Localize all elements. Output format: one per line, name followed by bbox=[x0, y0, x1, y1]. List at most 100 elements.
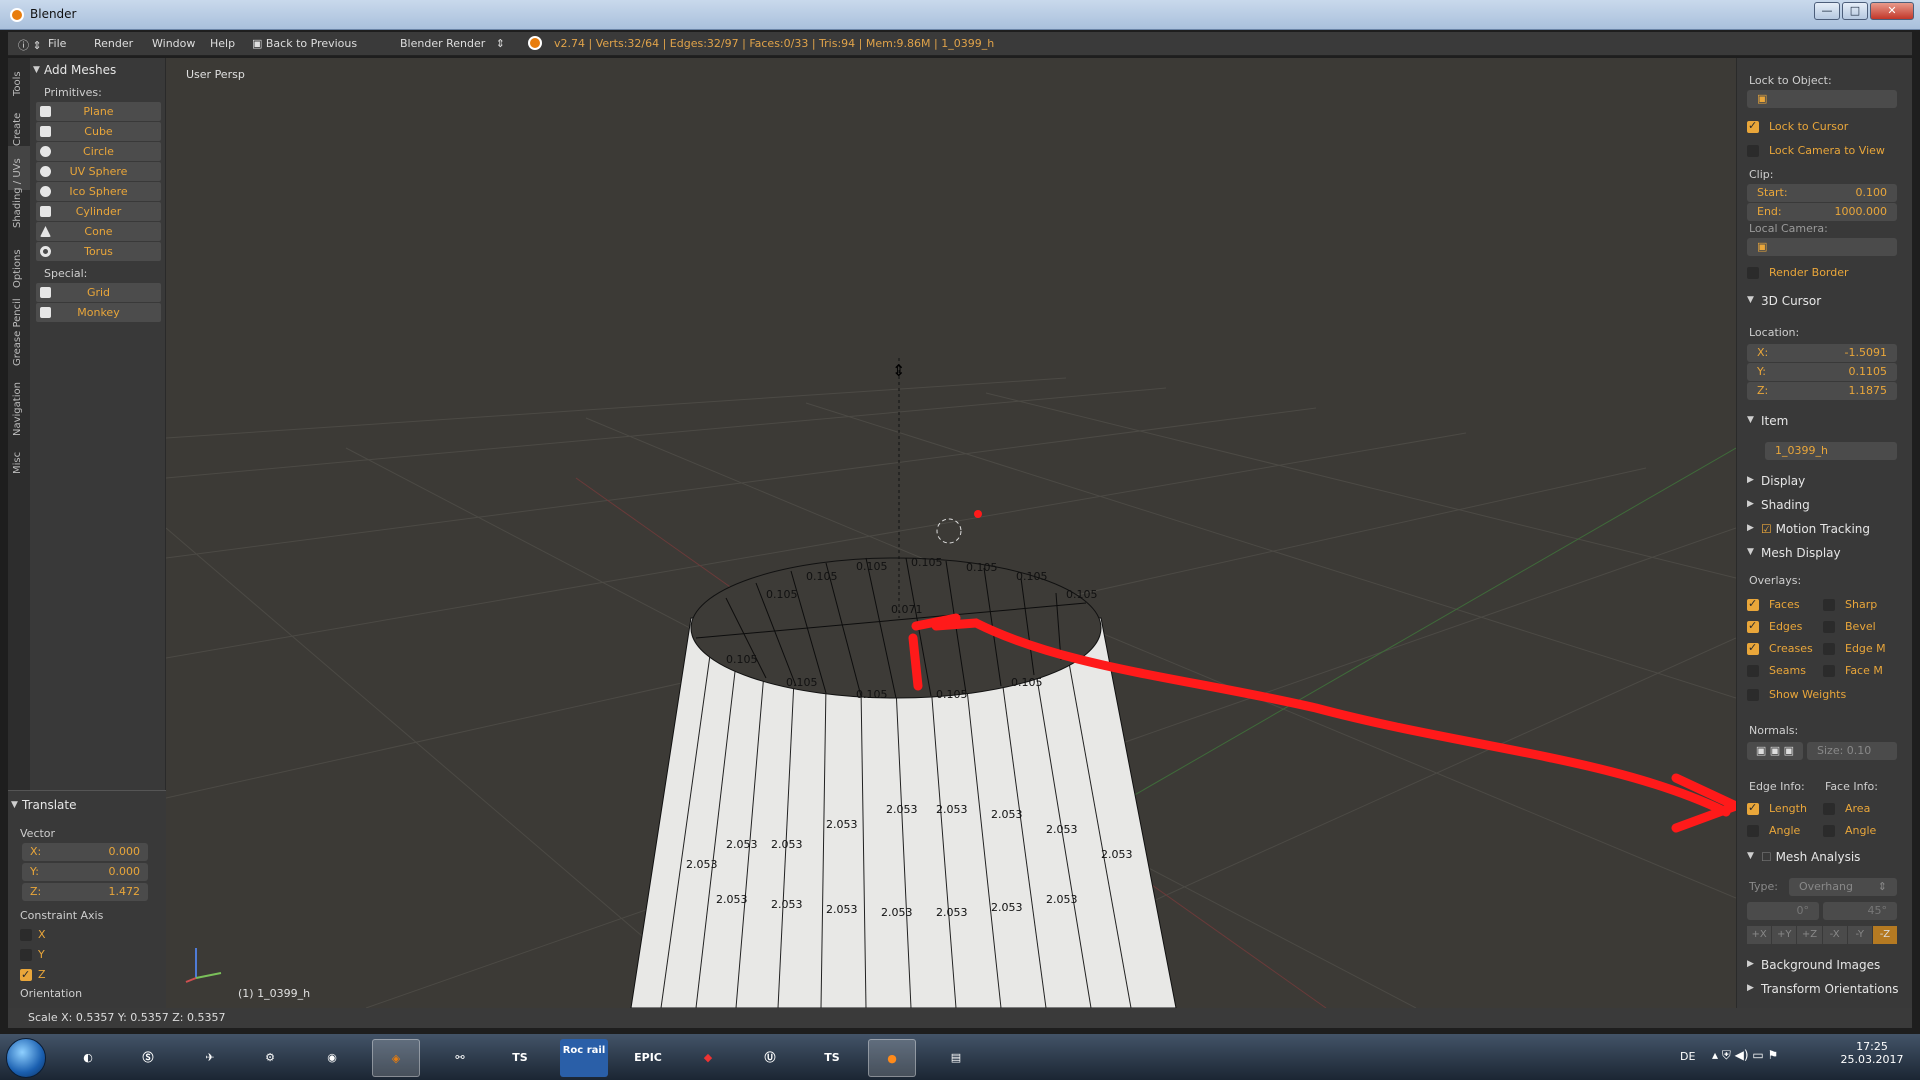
max-angle-field[interactable]: 45° bbox=[1823, 902, 1897, 920]
menu-file[interactable]: File bbox=[48, 37, 66, 50]
constraint-z-label: Z bbox=[38, 968, 46, 981]
lock-object-field[interactable]: ▣ bbox=[1747, 90, 1897, 108]
add-uv-sphere-button[interactable]: UV Sphere bbox=[36, 162, 161, 181]
overlay-edges-checkbox[interactable]: Edges bbox=[1747, 617, 1802, 636]
add-plane-button[interactable]: Plane bbox=[36, 102, 161, 121]
taskbar-app-icon[interactable]: ✈ bbox=[186, 1039, 234, 1077]
normals-display-buttons[interactable]: ▣ ▣ ▣ bbox=[1747, 742, 1803, 760]
show-weights-checkbox[interactable]: Show Weights bbox=[1747, 686, 1846, 704]
motion-tracking-check-icon[interactable]: ☑ bbox=[1761, 522, 1776, 536]
cursor-y-field[interactable]: Y: 0.1105 bbox=[1747, 363, 1897, 381]
axis-minus-y-toggle[interactable]: -Y bbox=[1847, 926, 1872, 944]
taskbar-app2-icon[interactable]: ◆ bbox=[684, 1039, 732, 1077]
mesh-analysis-panel-header[interactable]: ▼ ☐ Mesh Analysis bbox=[1747, 850, 1860, 864]
overlay-facem-checkbox[interactable]: Face M bbox=[1823, 662, 1883, 680]
mesh-display-panel-header[interactable]: ▼ Mesh Display bbox=[1747, 546, 1841, 560]
constraint-y-checkbox[interactable]: Y bbox=[8, 945, 166, 965]
edge-length-checkbox[interactable]: Length bbox=[1747, 799, 1807, 818]
vector-x-field[interactable]: X: 0.000 bbox=[22, 843, 148, 861]
axis-minus-x-toggle[interactable]: -X bbox=[1822, 926, 1847, 944]
clip-start-field[interactable]: Start: 0.100 bbox=[1747, 184, 1897, 202]
viewport-canvas[interactable]: 0.105 0.105 0.105 0.105 0.105 0.105 0.10… bbox=[166, 58, 1736, 1008]
clock[interactable]: 17:25 25.03.2017 bbox=[1840, 1040, 1904, 1066]
taskbar-epic-icon[interactable]: EPIC bbox=[624, 1039, 672, 1077]
overlay-seams-checkbox[interactable]: Seams bbox=[1747, 662, 1806, 680]
collapse-arrow-icon: ▼ bbox=[1747, 295, 1754, 305]
overlay-edgem-checkbox[interactable]: Edge M bbox=[1823, 640, 1886, 658]
taskbar-unreal-icon[interactable]: Ⓤ bbox=[746, 1039, 794, 1077]
add-cube-button[interactable]: Cube bbox=[36, 122, 161, 141]
lock-to-cursor-checkbox[interactable]: Lock to Cursor bbox=[1747, 117, 1848, 136]
overlay-creases-checkbox[interactable]: Creases bbox=[1747, 639, 1813, 658]
minimize-button[interactable]: — bbox=[1814, 2, 1840, 20]
add-ico-sphere-button[interactable]: Ico Sphere bbox=[36, 182, 161, 201]
face-angle-checkbox[interactable]: Angle bbox=[1823, 822, 1876, 840]
taskbar-rocrail-icon[interactable]: Roc rail bbox=[560, 1039, 608, 1077]
add-torus-button[interactable]: Torus bbox=[36, 242, 161, 261]
cursor-x-field[interactable]: X: -1.5091 bbox=[1747, 344, 1897, 362]
transform-orientations-panel-header[interactable]: ▶ Transform Orientations bbox=[1747, 982, 1899, 996]
start-button[interactable] bbox=[6, 1038, 46, 1078]
taskbar-chrome-icon[interactable]: ◐ bbox=[64, 1039, 112, 1077]
constraint-z-checkbox[interactable]: Z bbox=[8, 965, 166, 985]
taskbar-firefox-icon[interactable]: ● bbox=[868, 1039, 916, 1077]
render-engine-select[interactable]: Blender Render ⇕ bbox=[400, 37, 505, 50]
edge-angle-checkbox[interactable]: Angle bbox=[1747, 822, 1800, 840]
taskbar-settings-icon[interactable]: ⚙ bbox=[246, 1039, 294, 1077]
add-grid-button[interactable]: Grid bbox=[36, 283, 161, 302]
close-button[interactable]: ✕ bbox=[1870, 2, 1914, 20]
item-panel-header[interactable]: ▼ Item bbox=[1747, 414, 1788, 428]
min-angle-field[interactable]: 0° bbox=[1747, 902, 1819, 920]
axis-plus-x-toggle[interactable]: +X bbox=[1747, 926, 1772, 944]
normal-size-field[interactable]: Size: 0.10 bbox=[1807, 742, 1897, 760]
menu-window[interactable]: Window bbox=[152, 37, 195, 50]
add-cylinder-button[interactable]: Cylinder bbox=[36, 202, 161, 221]
taskbar-skype-icon[interactable]: Ⓢ bbox=[124, 1039, 172, 1077]
shading-panel-header[interactable]: ▶ Shading bbox=[1747, 498, 1810, 512]
axis-plus-y-toggle[interactable]: +Y bbox=[1772, 926, 1797, 944]
taskbar-blender-icon[interactable]: ◈ bbox=[372, 1039, 420, 1077]
axis-plus-z-toggle[interactable]: +Z bbox=[1797, 926, 1822, 944]
add-cone-button[interactable]: Cone bbox=[36, 222, 161, 241]
3d-viewport[interactable]: 0.105 0.105 0.105 0.105 0.105 0.105 0.10… bbox=[166, 58, 1736, 1008]
overlay-sharp-checkbox[interactable]: Sharp bbox=[1823, 596, 1877, 614]
display-panel-header[interactable]: ▶ Display bbox=[1747, 474, 1805, 488]
menu-render[interactable]: Render bbox=[94, 37, 133, 50]
translate-panel-header[interactable]: Translate bbox=[8, 795, 166, 815]
analysis-type-select[interactable]: Overhang ⇕ bbox=[1789, 878, 1897, 896]
mesh-analysis-check-icon[interactable]: ☐ bbox=[1761, 850, 1776, 864]
constraint-x-checkbox[interactable]: X bbox=[8, 925, 166, 945]
overlay-bevel-checkbox[interactable]: Bevel bbox=[1823, 618, 1876, 636]
render-border-checkbox[interactable]: Render Border bbox=[1747, 264, 1849, 282]
add-circle-button[interactable]: Circle bbox=[36, 142, 161, 161]
3d-cursor-panel-header[interactable]: ▼ 3D Cursor bbox=[1747, 294, 1821, 308]
maximize-button[interactable]: □ bbox=[1842, 2, 1868, 20]
background-images-panel-header[interactable]: ▶ Background Images bbox=[1747, 958, 1880, 972]
vector-y-field[interactable]: Y: 0.000 bbox=[22, 863, 148, 881]
language-indicator[interactable]: DE bbox=[1680, 1050, 1695, 1063]
back-to-previous-button[interactable]: ▣ Back to Previous bbox=[252, 37, 357, 50]
taskbar-network-icon[interactable]: ⚯ bbox=[436, 1039, 484, 1077]
lock-camera-checkbox[interactable]: Lock Camera to View bbox=[1747, 142, 1885, 160]
editor-type-icon[interactable]: ⓘ ⇕ bbox=[18, 37, 42, 53]
clip-end-field[interactable]: End: 1000.000 bbox=[1747, 203, 1897, 221]
taskbar-ts2-icon[interactable]: TS bbox=[808, 1039, 856, 1077]
taskbar-window-icon[interactable]: ▤ bbox=[932, 1039, 980, 1077]
overlay-faces-checkbox[interactable]: Faces bbox=[1747, 595, 1800, 614]
taskbar-ts-icon[interactable]: TS bbox=[496, 1039, 544, 1077]
vector-z-field[interactable]: Z: 1.472 bbox=[22, 883, 148, 901]
local-camera-field[interactable]: ▣ bbox=[1747, 238, 1897, 256]
cursor-z-field[interactable]: Z: 1.1875 bbox=[1747, 382, 1897, 400]
tray-icons[interactable]: ▴ ⛨ ◀) ▭ ⚑ bbox=[1712, 1048, 1778, 1063]
menu-help[interactable]: Help bbox=[210, 37, 235, 50]
axis-minus-z-toggle[interactable]: -Z bbox=[1872, 926, 1898, 944]
taskbar-globe-icon[interactable]: ◉ bbox=[308, 1039, 356, 1077]
motion-tracking-panel-header[interactable]: ▶ ☑ Motion Tracking bbox=[1747, 522, 1870, 536]
tab-misc[interactable]: Misc bbox=[8, 452, 30, 504]
item-name-field[interactable]: 1_0399_h bbox=[1765, 442, 1897, 460]
face-area-checkbox[interactable]: Area bbox=[1823, 800, 1870, 818]
add-meshes-panel-header[interactable]: Add Meshes bbox=[30, 60, 165, 80]
overlay-bevel-box bbox=[1823, 621, 1835, 633]
gizmo-arrow-icon[interactable]: ⇕ bbox=[892, 361, 905, 380]
add-monkey-button[interactable]: Monkey bbox=[36, 303, 161, 322]
